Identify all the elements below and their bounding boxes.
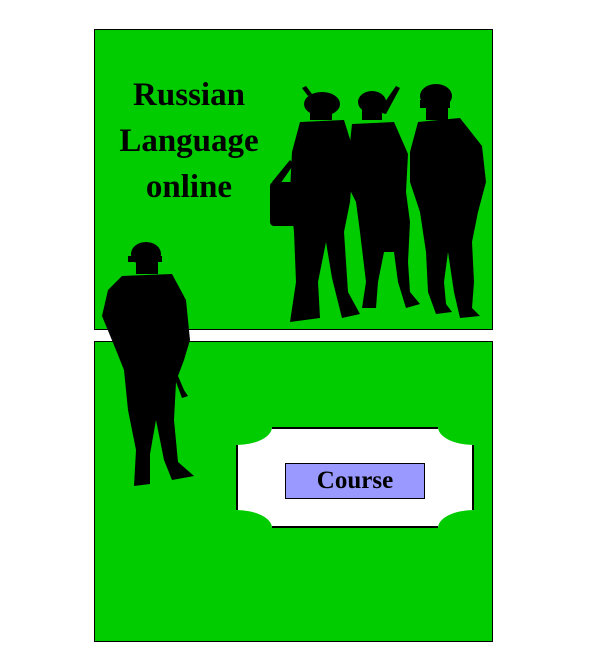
title-line-3: online <box>145 169 233 205</box>
soldier-silhouette <box>102 242 194 486</box>
site-title: Russian Language online <box>110 72 268 210</box>
title-line-1: Russian <box>133 77 245 113</box>
course-button[interactable]: Course <box>285 463 425 499</box>
soldiers-group-silhouette <box>270 84 486 322</box>
title-line-2: Language <box>119 123 259 159</box>
